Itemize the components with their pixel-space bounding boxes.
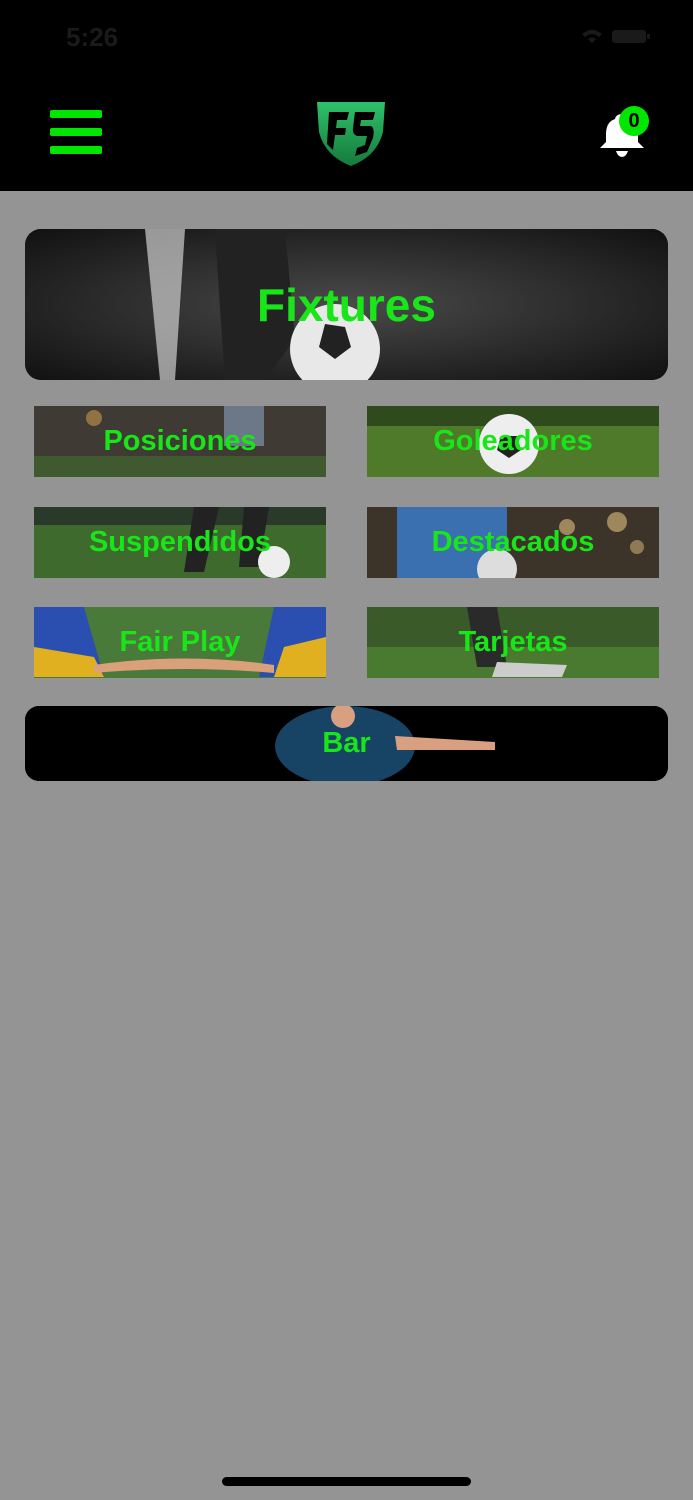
notification-badge: 0	[619, 106, 649, 136]
fixtures-label: Fixtures	[257, 278, 436, 331]
bar-card[interactable]: Bar	[25, 706, 668, 781]
battery-icon	[612, 30, 646, 43]
wifi-icon	[582, 30, 602, 43]
status-icons	[582, 30, 650, 43]
tile-posiciones[interactable]: Posiciones	[34, 406, 326, 477]
menu-button[interactable]	[50, 110, 102, 154]
app-header: 0	[0, 70, 693, 191]
status-bar: 5:26	[0, 0, 693, 70]
tile-label: Suspendidos	[88, 526, 272, 558]
fixtures-card[interactable]: Fixtures	[25, 229, 668, 380]
bar-label: Bar	[322, 727, 371, 759]
tile-label: Goleadores	[433, 425, 593, 457]
tile-tarjetas[interactable]: Tarjetas	[367, 607, 659, 678]
tile-destacados[interactable]: Destacados	[367, 507, 659, 578]
tile-goleadores[interactable]: Goleadores	[367, 406, 659, 477]
tile-label: Posiciones	[103, 425, 257, 457]
tile-label: Fair Play	[119, 626, 241, 658]
status-time: 5:26	[66, 22, 119, 52]
tile-suspendidos[interactable]: Suspendidos	[34, 507, 326, 578]
tile-label: Destacados	[431, 526, 595, 558]
home-indicator[interactable]	[222, 1477, 471, 1486]
app-logo	[317, 102, 385, 166]
tile-fair-play[interactable]: Fair Play	[34, 607, 326, 678]
tile-label: Tarjetas	[458, 626, 568, 658]
